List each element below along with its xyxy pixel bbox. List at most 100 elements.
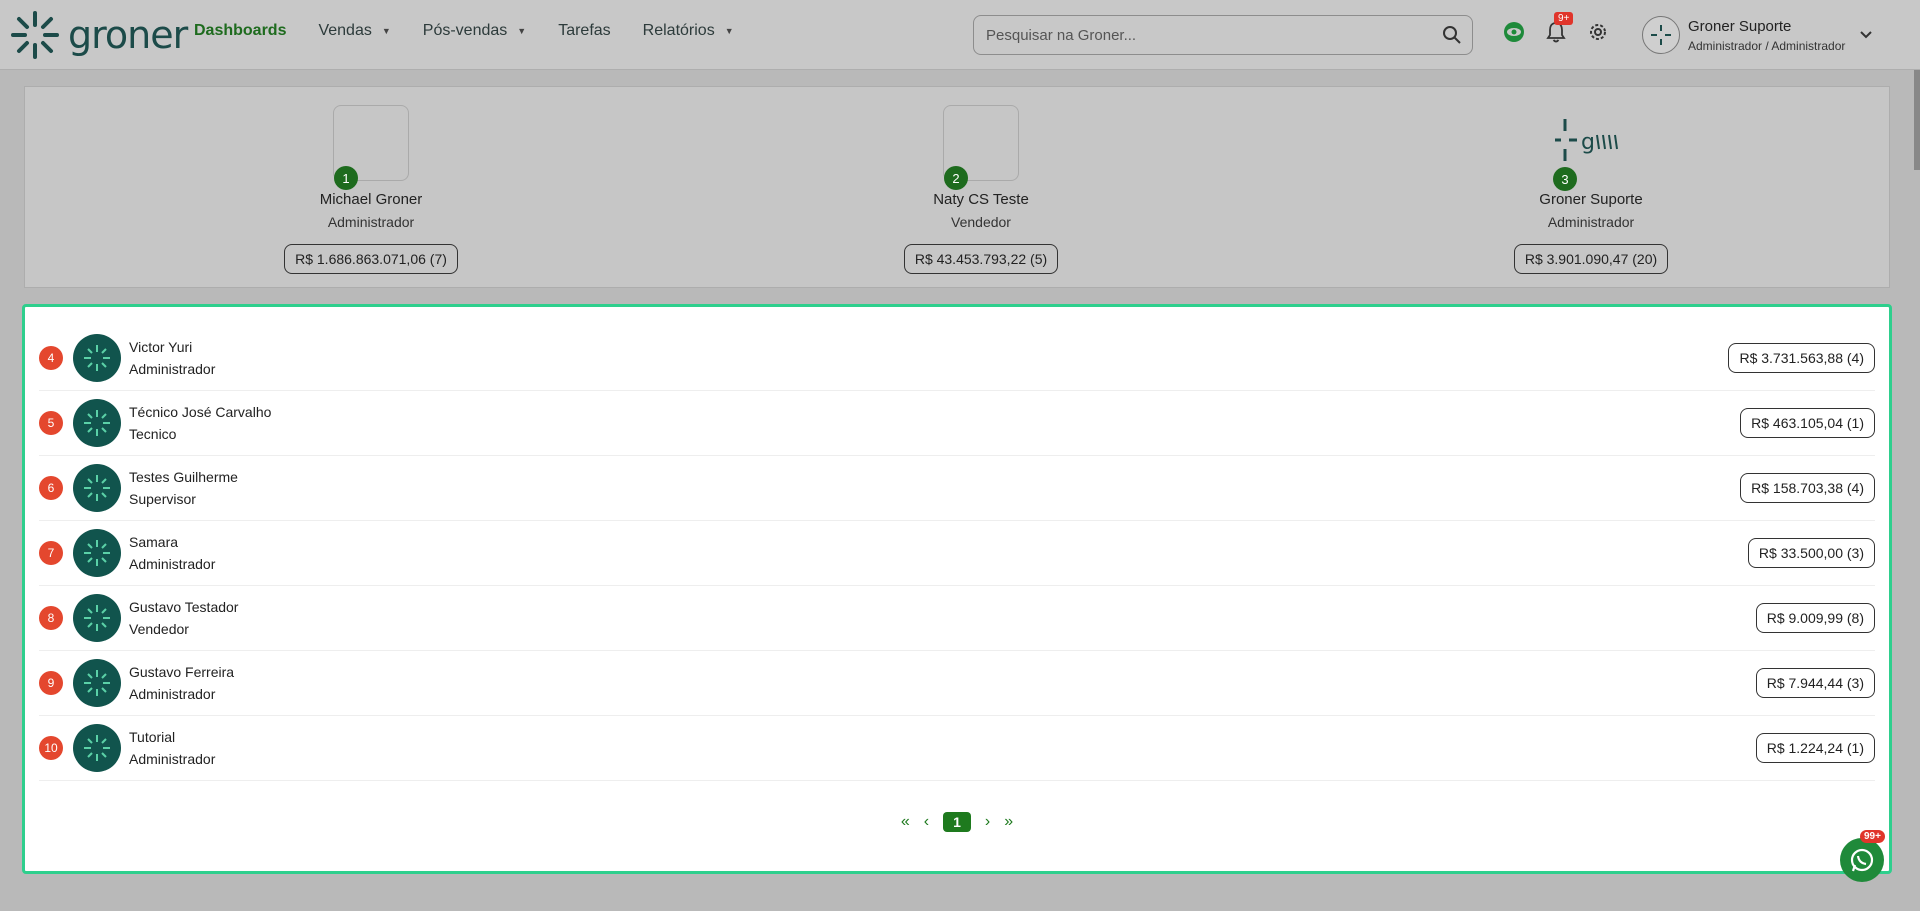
list-item: 5 Técnico José Carvalho Tecnico R$ 463.10…	[39, 391, 1875, 456]
avatar	[73, 594, 121, 642]
next-page-button[interactable]: ›	[985, 813, 990, 831]
main-nav: Dashboards Vendas ▼ Pós-vendas ▼ Tarefas R…	[194, 22, 766, 40]
rank-badge: 1	[334, 166, 358, 190]
groner-logo-icon	[84, 410, 110, 436]
nav-relatorios[interactable]: Relatórios ▼	[643, 22, 734, 40]
podium-role: Vendedor	[951, 214, 1011, 230]
top-header: groner Dashboards Vendas ▼ Pós-vendas ▼ Ta…	[0, 0, 1920, 70]
rank-badge: 2	[944, 166, 968, 190]
chevron-down-icon[interactable]	[1859, 27, 1873, 43]
podium-first: 1 Michael Groner Administrador R$ 1.686.…	[221, 87, 521, 274]
podium-role: Administrador	[1547, 214, 1635, 230]
rank-badge: 5	[39, 411, 63, 435]
avatar	[73, 464, 121, 512]
avatar	[73, 529, 121, 577]
prev-page-button[interactable]: ‹	[924, 813, 929, 831]
podium-third: g 3 Groner Suporte Administrador R$ 3.90…	[1441, 87, 1741, 274]
eye-icon[interactable]	[1502, 20, 1526, 44]
last-page-button[interactable]: »	[1004, 813, 1013, 831]
row-role: Supervisor	[129, 491, 196, 507]
rank-badge: 10	[39, 736, 63, 760]
row-name: Samara	[129, 534, 179, 550]
podium-value: R$ 1.686.863.071,06 (7)	[284, 244, 458, 274]
row-name: Gustavo Testador	[129, 599, 239, 615]
row-value: R$ 9.009,99 (8)	[1755, 603, 1875, 633]
whatsapp-icon	[1850, 848, 1874, 872]
row-value: R$ 3.731.563,88 (4)	[1728, 343, 1875, 373]
bell-icon[interactable]: 9+	[1544, 12, 1574, 44]
groner-logo-icon	[1651, 25, 1671, 45]
podium-role: Administrador	[327, 214, 415, 230]
row-name: Gustavo Ferreira	[129, 664, 235, 680]
avatar	[73, 659, 121, 707]
list-item: 9 Gustavo Ferreira Administrador R$ 7.944…	[39, 651, 1875, 716]
search-icon[interactable]	[1432, 25, 1472, 45]
ranking-list: 4 Victor Yuri Administrador R$ 3.731.563,…	[22, 304, 1892, 874]
rank-badge: 9	[39, 671, 63, 695]
scrollbar[interactable]	[1914, 70, 1920, 170]
groner-logo-icon	[84, 345, 110, 371]
nav-label: Pós-vendas	[422, 22, 508, 39]
rank-badge: 6	[39, 476, 63, 500]
user-name: Groner Suporte	[1688, 17, 1792, 35]
whatsapp-button[interactable]	[1840, 838, 1884, 882]
notification-badge: 9+	[1554, 12, 1574, 25]
nav-label: Relatórios	[642, 22, 715, 39]
avatar	[73, 399, 121, 447]
row-value: R$ 463.105,04 (1)	[1740, 408, 1875, 438]
nav-dashboards[interactable]: Dashboards	[194, 22, 286, 40]
search-input[interactable]	[974, 26, 1432, 44]
avatar: 2	[943, 105, 1019, 190]
user-menu[interactable]: Groner Suporte Administrador / Administr…	[1642, 16, 1873, 54]
row-name: Tutorial	[129, 729, 176, 745]
rank-badge: 8	[39, 606, 63, 630]
rank-badge: 3	[1553, 167, 1577, 191]
row-value: R$ 1.224,24 (1)	[1755, 733, 1875, 763]
list-item: 7 Samara Administrador R$ 33.500,00 (3)	[39, 521, 1875, 586]
nav-pos-vendas[interactable]: Pós-vendas ▼	[423, 22, 526, 40]
podium-value: R$ 3.901.090,47 (20)	[1513, 244, 1669, 274]
groner-logo[interactable]: groner	[10, 10, 188, 60]
header-icons: 9+	[1502, 12, 1610, 44]
podium-name: Groner Suporte	[1539, 191, 1643, 208]
groner-logo-icon	[11, 11, 59, 59]
row-role: Tecnico	[129, 426, 177, 442]
row-role: Administrador	[129, 751, 216, 767]
search-box	[973, 15, 1473, 55]
row-role: Administrador	[129, 361, 216, 377]
groner-logo-icon	[84, 475, 110, 501]
logo-text: groner	[68, 13, 188, 57]
avatar: 1	[333, 105, 409, 190]
podium-name: Michael Groner	[319, 191, 423, 208]
row-name: Victor Yuri	[129, 339, 193, 355]
pagination: « ‹ 1 › »	[25, 812, 1889, 832]
groner-logo-icon	[84, 540, 110, 566]
caret-down-icon: ▼	[517, 26, 527, 36]
row-name: Testes Guilherme	[129, 469, 238, 485]
groner-logo-icon	[84, 670, 110, 696]
rank-badge: 7	[39, 541, 63, 565]
first-page-button[interactable]: «	[901, 813, 910, 831]
gear-icon[interactable]	[1586, 20, 1610, 44]
rank-badge: 4	[39, 346, 63, 370]
nav-tarefas[interactable]: Tarefas	[558, 22, 610, 40]
podium-name: Naty CS Teste	[933, 191, 1029, 208]
groner-logo-icon	[84, 605, 110, 631]
avatar	[73, 724, 121, 772]
list-item: 8 Gustavo Testador Vendedor R$ 9.009,99 (…	[39, 586, 1875, 651]
current-page-button[interactable]: 1	[943, 812, 971, 832]
list-item: 10 Tutorial Administrador R$ 1.224,24 (1)	[39, 716, 1875, 781]
nav-label: Tarefas	[558, 22, 611, 39]
nav-vendas[interactable]: Vendas ▼	[318, 22, 390, 40]
podium-value: R$ 43.453.793,22 (5)	[903, 244, 1059, 274]
row-value: R$ 33.500,00 (3)	[1747, 538, 1875, 568]
caret-down-icon: ▼	[381, 26, 391, 36]
groner-logo-icon: g	[1555, 119, 1618, 161]
row-role: Vendedor	[129, 621, 189, 637]
avatar	[73, 334, 121, 382]
podium-second: 2 Naty CS Teste Vendedor R$ 43.453.793,2…	[831, 87, 1131, 274]
row-role: Administrador	[129, 556, 216, 572]
user-role: Administrador / Administrador	[1688, 38, 1846, 53]
row-role: Administrador	[129, 686, 216, 702]
list-item: 4 Victor Yuri Administrador R$ 3.731.563,…	[39, 326, 1875, 391]
